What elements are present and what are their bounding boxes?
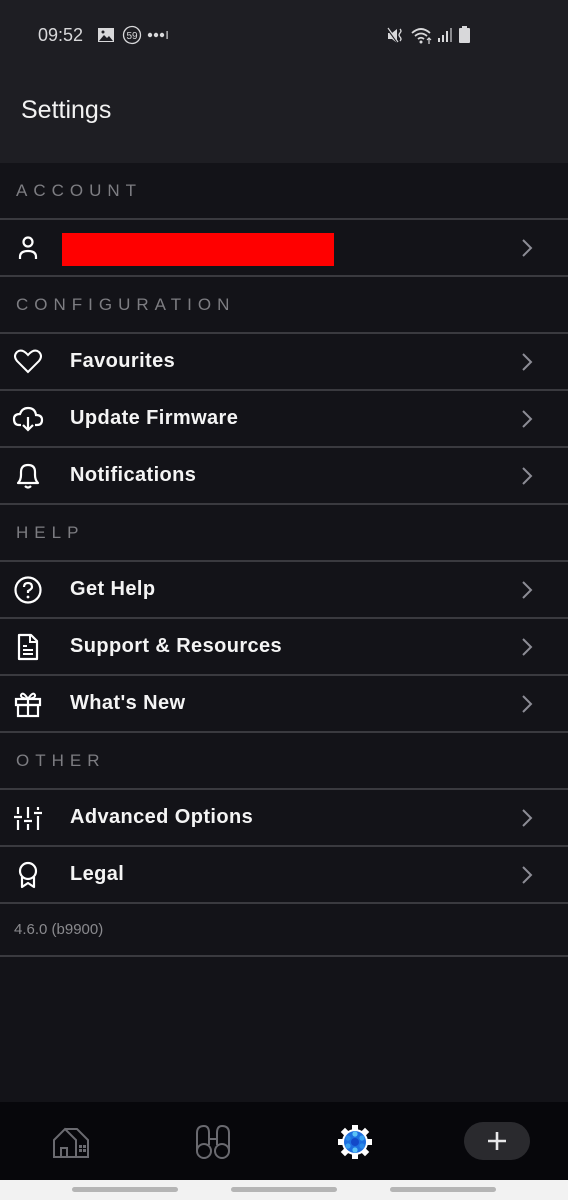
add-button[interactable] [464,1122,530,1160]
award-icon [18,861,38,889]
legal-row[interactable]: Legal [0,847,568,904]
settings-gear-icon[interactable] [337,1122,373,1162]
update-firmware-row[interactable]: Update Firmware [0,391,568,448]
binoculars-icon[interactable] [195,1122,231,1162]
support-resources-label: Support & Resources [70,635,283,657]
mute-vibrate-icon [386,27,402,44]
settings-list: ACCOUNT CONFIGURATION Favourites Update … [0,163,568,957]
redacted-account-name [62,233,334,266]
get-help-label: Get Help [70,578,156,600]
chevron-right-icon [522,866,533,884]
page-title: Settings [21,96,112,124]
chevron-right-icon [522,695,533,713]
gift-icon [14,692,42,718]
chevron-right-icon [522,638,533,656]
chevron-right-icon [522,410,533,428]
advanced-options-row[interactable]: Advanced Options [0,790,568,847]
user-icon [18,236,38,259]
whats-new-row[interactable]: What's New [0,676,568,733]
favourites-row[interactable]: Favourites [0,334,568,391]
bottom-navigation [0,1102,568,1180]
get-help-row[interactable]: Get Help [0,562,568,619]
signal-icon [438,28,452,42]
status-bar: 09:52 59 [0,22,568,50]
section-header-account: ACCOUNT [0,163,568,220]
gallery-icon [98,28,114,42]
account-row[interactable] [0,220,568,277]
wifi-icon [411,28,432,44]
app-header: 09:52 59 Settings [0,0,568,163]
chevron-right-icon [522,239,533,257]
legal-label: Legal [70,863,125,885]
help-circle-icon [14,576,42,604]
whats-new-label: What's New [70,692,186,714]
document-icon [17,633,39,661]
notifications-label: Notifications [70,464,197,486]
sliders-icon [14,807,42,830]
bell-icon [16,463,40,489]
system-home-button[interactable] [231,1187,337,1192]
chevron-right-icon [522,581,533,599]
home-icon[interactable] [52,1122,90,1162]
svg-text:59: 59 [126,31,138,42]
section-header-help: HELP [0,505,568,562]
system-recents-button[interactable] [72,1187,178,1192]
system-back-button[interactable] [390,1187,496,1192]
favourites-label: Favourites [70,350,176,372]
more-dots-icon [147,31,168,39]
counter-59-icon: 59 [122,25,142,45]
system-navigation-bar [0,1180,568,1200]
advanced-options-label: Advanced Options [70,806,254,828]
support-resources-row[interactable]: Support & Resources [0,619,568,676]
notifications-row[interactable]: Notifications [0,448,568,505]
plus-icon [488,1132,506,1150]
chevron-right-icon [522,467,533,485]
section-header-other: OTHER [0,733,568,790]
heart-icon [14,349,42,374]
update-firmware-label: Update Firmware [70,407,239,429]
cloud-download-icon [12,406,44,432]
chevron-right-icon [522,353,533,371]
chevron-right-icon [522,809,533,827]
battery-icon [459,26,470,43]
status-time: 09:52 [38,25,84,45]
app-version: 4.6.0 (b9900) [0,904,568,957]
section-header-configuration: CONFIGURATION [0,277,568,334]
